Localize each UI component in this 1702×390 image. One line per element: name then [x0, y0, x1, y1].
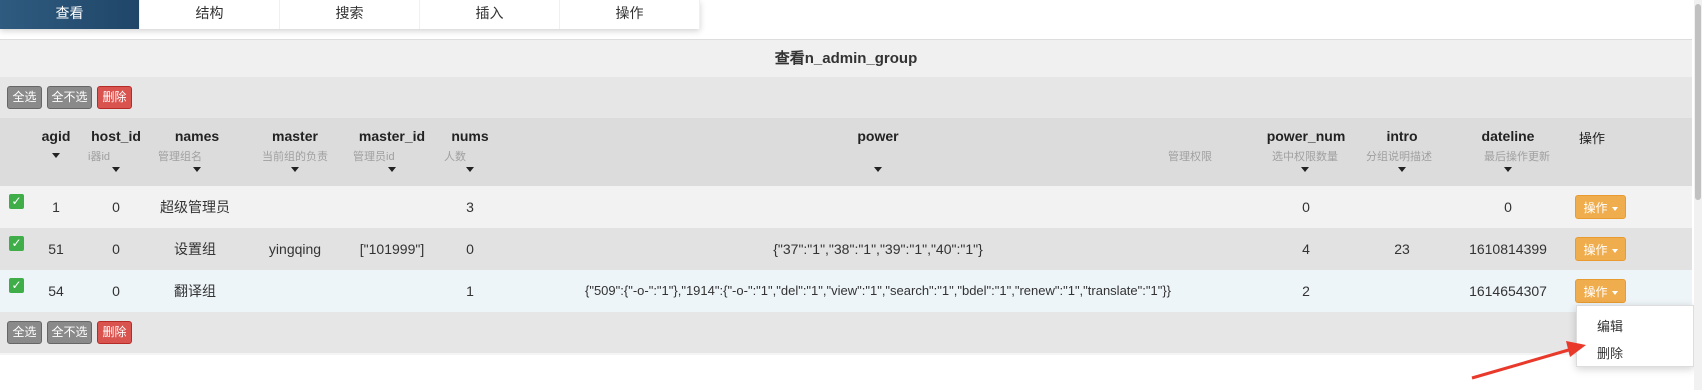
red-arrow [1471, 341, 1586, 380]
